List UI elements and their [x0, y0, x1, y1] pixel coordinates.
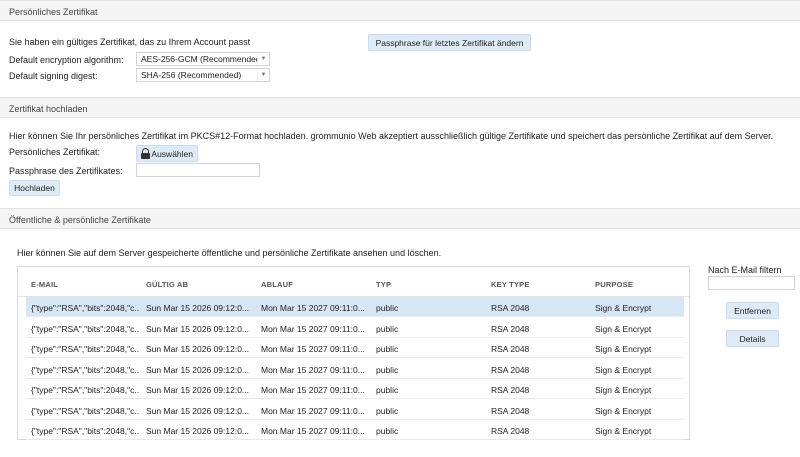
- personal-cert-header: Persönliches Zertifikat: [0, 0, 800, 21]
- cell-key-type: RSA 2048: [491, 426, 530, 436]
- cell-expiry: Mon Mar 15 2027 09:11:0...: [261, 364, 365, 375]
- signing-label: Default signing digest:: [9, 71, 98, 81]
- cell-expiry: Mon Mar 15 2027 09:11:0...: [261, 323, 365, 334]
- public-certs-description: Hier können Sie auf dem Server gespeiche…: [17, 248, 442, 258]
- cell-key-type: RSA 2048: [491, 323, 530, 334]
- cell-purpose: Sign & Encrypt: [595, 323, 652, 334]
- public-certs-header: Öffentliche & persönliche Zertifikate: [0, 208, 800, 229]
- filter-label: Nach E-Mail filtern: [708, 265, 782, 275]
- cell-purpose: Sign & Encrypt: [595, 344, 652, 354]
- table-row[interactable]: {"type":"RSA","bits":2048,"c... Sun Mar 1…: [26, 400, 684, 420]
- column-header-key-type[interactable]: KEY TYPE: [491, 280, 530, 289]
- certificates-grid: E-MAIL GÜLTIG AB ABLAUF TYP KEY TYPE PUR…: [17, 266, 690, 440]
- cell-expiry: Mon Mar 15 2027 09:11:0...: [261, 344, 365, 354]
- cell-valid-from: Sun Mar 15 2026 09:12:0...: [146, 364, 250, 375]
- signing-select[interactable]: SHA-256 (Recommended) ▼: [136, 68, 270, 82]
- cell-type: public: [376, 344, 399, 354]
- encryption-label: Default encryption algorithm:: [9, 55, 124, 65]
- cert-label: Persönliches Zertifikat:: [9, 147, 101, 157]
- encryption-select[interactable]: AES-256-GCM (Recommended) ▼: [136, 52, 270, 66]
- table-row[interactable]: {"type":"RSA","bits":2048,"c... Sun Mar 1…: [26, 420, 684, 440]
- cell-key-type: RSA 2048: [491, 405, 530, 416]
- remove-button[interactable]: Entfernen: [726, 302, 779, 319]
- column-header-expiry[interactable]: ABLAUF: [261, 280, 293, 289]
- chevron-down-icon: ▼: [257, 69, 269, 81]
- cell-key-type: RSA 2048: [491, 303, 530, 313]
- signing-value: SHA-256 (Recommended): [141, 70, 242, 80]
- cell-valid-from: Sun Mar 15 2026 09:12:0...: [146, 323, 250, 334]
- cell-valid-from: Sun Mar 15 2026 09:12:0...: [146, 385, 250, 395]
- change-passphrase-button[interactable]: Passphrase für letztes Zertifikat ändern: [368, 34, 531, 51]
- cell-expiry: Mon Mar 15 2027 09:11:0...: [261, 405, 365, 416]
- passphrase-label: Passphrase des Zertifikates:: [9, 166, 123, 176]
- column-header-email[interactable]: E-MAIL: [31, 280, 58, 289]
- encryption-value: AES-256-GCM (Recommended): [141, 54, 264, 64]
- cell-key-type: RSA 2048: [491, 364, 530, 375]
- cell-email: {"type":"RSA","bits":2048,"c...: [31, 426, 139, 436]
- cell-valid-from: Sun Mar 15 2026 09:12:0...: [146, 426, 250, 436]
- table-row[interactable]: {"type":"RSA","bits":2048,"c... Sun Mar 1…: [26, 338, 684, 358]
- cell-type: public: [376, 385, 399, 395]
- choose-file-label: Auswählen: [151, 148, 193, 159]
- column-header-valid-from[interactable]: GÜLTIG AB: [146, 280, 188, 289]
- passphrase-input[interactable]: [136, 163, 260, 177]
- upload-button[interactable]: Hochladen: [9, 180, 60, 196]
- cell-valid-from: Sun Mar 15 2026 09:12:0...: [146, 344, 250, 354]
- cell-email: {"type":"RSA","bits":2048,"c...: [31, 364, 139, 375]
- cell-key-type: RSA 2048: [491, 344, 530, 354]
- table-row[interactable]: {"type":"RSA","bits":2048,"c... Sun Mar 1…: [26, 297, 684, 317]
- cell-valid-from: Sun Mar 15 2026 09:12:0...: [146, 405, 250, 416]
- choose-file-button[interactable]: Auswählen: [136, 145, 198, 162]
- cell-purpose: Sign & Encrypt: [595, 303, 652, 313]
- cell-purpose: Sign & Encrypt: [595, 364, 652, 375]
- details-button[interactable]: Details: [726, 330, 779, 347]
- column-header-type[interactable]: TYP: [376, 280, 391, 289]
- cell-type: public: [376, 426, 399, 436]
- cell-email: {"type":"RSA","bits":2048,"c...: [31, 405, 139, 416]
- lock-icon: [141, 148, 150, 159]
- cell-email: {"type":"RSA","bits":2048,"c...: [31, 385, 139, 395]
- upload-description: Hier können Sie Ihr persönliches Zertifi…: [9, 131, 774, 141]
- chevron-down-icon: ▼: [257, 53, 269, 65]
- table-row[interactable]: {"type":"RSA","bits":2048,"c... Sun Mar 1…: [26, 318, 684, 338]
- table-row[interactable]: {"type":"RSA","bits":2048,"c... Sun Mar 1…: [26, 359, 684, 379]
- cell-type: public: [376, 323, 399, 334]
- cell-purpose: Sign & Encrypt: [595, 385, 652, 395]
- cell-expiry: Mon Mar 15 2027 09:11:0...: [261, 385, 365, 395]
- cell-type: public: [376, 405, 399, 416]
- cell-key-type: RSA 2048: [491, 385, 530, 395]
- cell-email: {"type":"RSA","bits":2048,"c...: [31, 344, 139, 354]
- cell-email: {"type":"RSA","bits":2048,"c...: [31, 303, 139, 313]
- cell-purpose: Sign & Encrypt: [595, 405, 652, 416]
- cell-type: public: [376, 364, 399, 375]
- upload-cert-header: Zertifikat hochladen: [0, 97, 800, 118]
- table-row[interactable]: {"type":"RSA","bits":2048,"c... Sun Mar 1…: [26, 379, 684, 399]
- email-filter-input[interactable]: [708, 276, 795, 290]
- cell-purpose: Sign & Encrypt: [595, 426, 652, 436]
- cell-expiry: Mon Mar 15 2027 09:11:0...: [261, 426, 365, 436]
- cell-type: public: [376, 303, 399, 313]
- cell-expiry: Mon Mar 15 2027 09:11:0...: [261, 303, 365, 313]
- valid-cert-text: Sie haben ein gültiges Zertifikat, das z…: [9, 37, 251, 47]
- cell-valid-from: Sun Mar 15 2026 09:12:0...: [146, 303, 250, 313]
- cell-email: {"type":"RSA","bits":2048,"c...: [31, 323, 139, 334]
- column-header-purpose[interactable]: PURPOSE: [595, 280, 633, 289]
- grid-header: E-MAIL GÜLTIG AB ABLAUF TYP KEY TYPE PUR…: [18, 267, 689, 297]
